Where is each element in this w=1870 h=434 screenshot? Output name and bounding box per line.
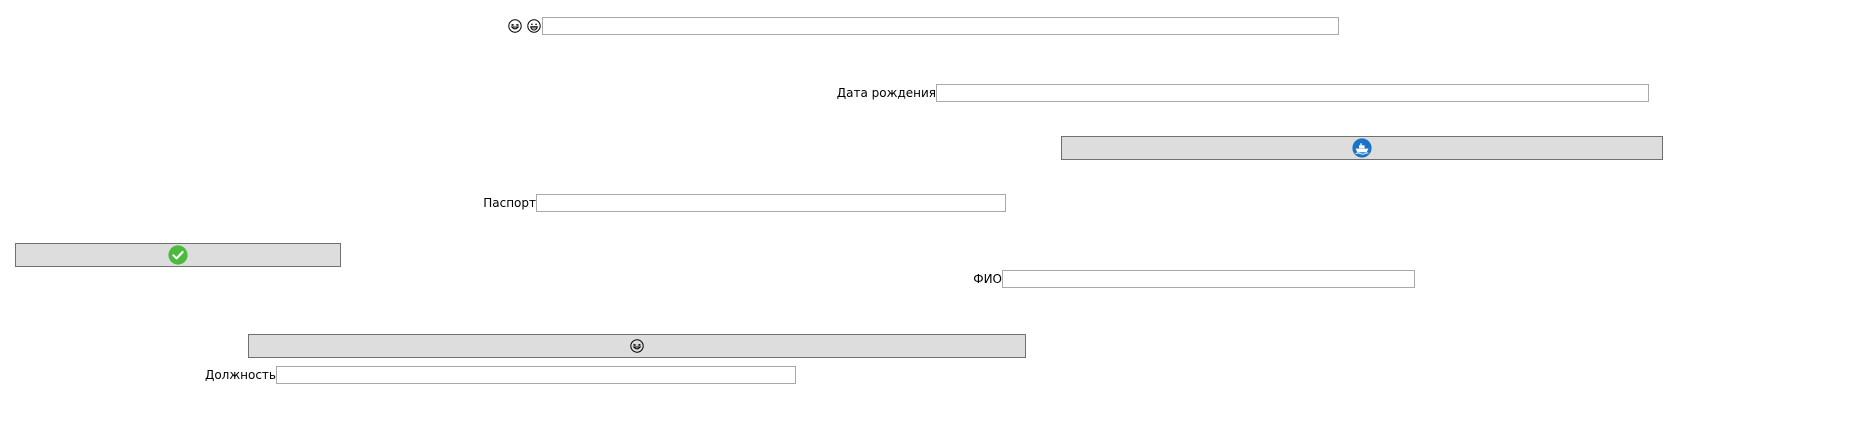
full-name-field[interactable]	[1002, 270, 1415, 288]
passport-label: Паспорт	[483, 196, 536, 210]
ship-button[interactable]	[1061, 136, 1663, 160]
laughing-face-icon	[630, 339, 644, 353]
grinning-face-icon	[527, 19, 541, 33]
ship-icon	[1352, 138, 1372, 158]
position-label: Должность	[204, 368, 276, 382]
passport-field[interactable]	[536, 194, 1006, 212]
emoji-button[interactable]	[248, 334, 1026, 358]
full-name-label: ФИО	[973, 272, 1002, 286]
check-circle-icon	[168, 245, 188, 265]
confirm-button[interactable]	[15, 243, 341, 267]
birth-date-field[interactable]	[936, 84, 1649, 102]
laughing-face-icon	[508, 19, 522, 33]
position-field[interactable]	[276, 366, 796, 384]
top-text-field[interactable]	[542, 17, 1339, 35]
birth-date-label: Дата рождения	[836, 86, 936, 100]
